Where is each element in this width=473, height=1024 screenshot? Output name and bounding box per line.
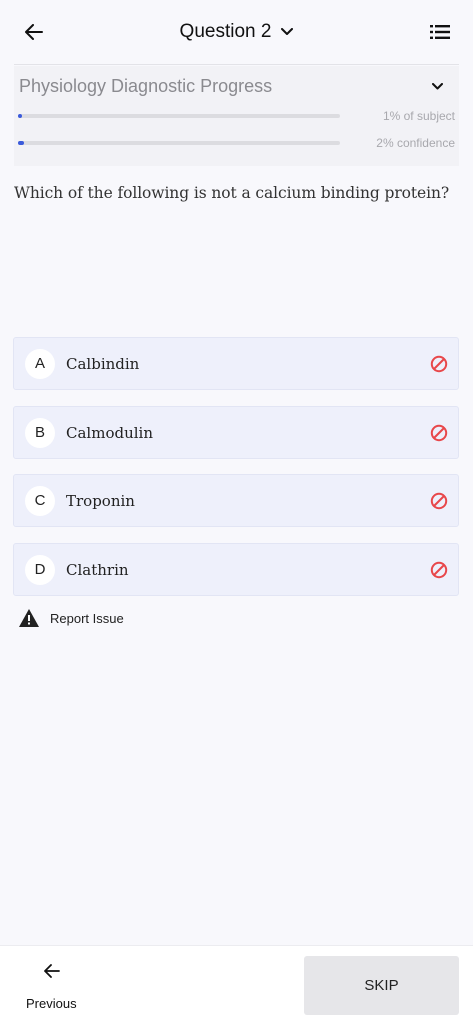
expand-progress-button[interactable]	[427, 76, 447, 96]
answer-option-c[interactable]: C Troponin	[13, 474, 459, 527]
confidence-progress-label: 2% confidence	[376, 136, 455, 150]
subject-progress-fill	[18, 114, 22, 118]
diagnostic-progress-card: Physiology Diagnostic Progress 1% of sub…	[14, 66, 459, 166]
option-letter: B	[25, 417, 55, 448]
option-letter: C	[25, 485, 55, 516]
previous-label: Previous	[26, 996, 77, 1011]
answer-option-a[interactable]: A Calbindin	[13, 337, 459, 390]
answer-option-d[interactable]: D Clathrin	[13, 543, 459, 596]
top-bar: Question 2	[0, 0, 473, 64]
option-letter: D	[25, 554, 55, 585]
back-button[interactable]	[22, 20, 46, 44]
arrow-left-icon	[44, 964, 60, 978]
eliminate-option-icon[interactable]	[430, 355, 448, 373]
report-issue-link[interactable]: Report Issue	[18, 608, 124, 628]
page-title: Question 2	[179, 21, 272, 42]
progress-card-header: Physiology Diagnostic Progress	[14, 66, 459, 100]
header-divider	[14, 64, 459, 65]
skip-button[interactable]: SKIP	[304, 956, 459, 1015]
list-icon	[430, 25, 450, 39]
question-selector[interactable]: Question 2	[180, 21, 294, 43]
option-text: Calmodulin	[66, 423, 153, 442]
question-text: Which of the following is not a calcium …	[14, 184, 450, 202]
chevron-down-icon	[281, 28, 294, 35]
bottom-bar: Previous SKIP	[0, 945, 473, 1024]
progress-title: Physiology Diagnostic Progress	[19, 75, 273, 96]
chevron-down-icon	[431, 82, 443, 89]
confidence-progress-bar	[18, 141, 340, 145]
subject-progress-row: 1% of subject	[18, 108, 455, 124]
subject-progress-bar	[18, 114, 340, 118]
confidence-progress-row: 2% confidence	[18, 135, 455, 151]
subject-progress-label: 1% of subject	[382, 109, 455, 123]
previous-button[interactable]: Previous	[26, 964, 86, 1014]
eliminate-option-icon[interactable]	[430, 492, 448, 510]
option-text: Clathrin	[66, 560, 129, 579]
option-text: Troponin	[66, 491, 135, 510]
option-letter: A	[25, 348, 55, 379]
eliminate-option-icon[interactable]	[430, 424, 448, 442]
eliminate-option-icon[interactable]	[430, 561, 448, 579]
option-text: Calbindin	[66, 354, 140, 373]
question-list-button[interactable]	[427, 20, 453, 44]
confidence-progress-fill	[18, 141, 24, 145]
report-issue-label: Report Issue	[50, 610, 124, 626]
arrow-left-icon	[25, 24, 43, 40]
answer-option-b[interactable]: B Calmodulin	[13, 406, 459, 459]
warning-icon	[19, 609, 39, 627]
